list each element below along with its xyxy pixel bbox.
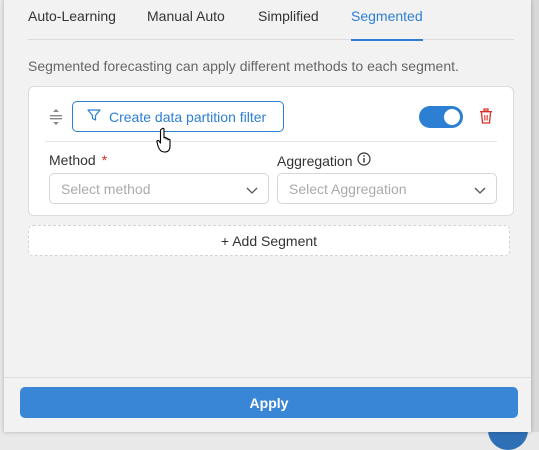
forecast-method-panel: Auto-Learning Manual Auto Simplified Seg… <box>4 0 531 432</box>
apply-button[interactable]: Apply <box>20 387 518 418</box>
tab-auto-learning[interactable]: Auto-Learning <box>28 8 116 40</box>
aggregation-select[interactable]: Select Aggregation <box>277 173 497 204</box>
tab-manual-auto[interactable]: Manual Auto <box>147 8 225 40</box>
trash-icon[interactable] <box>479 108 493 124</box>
segment-card: Create data partition filter Method * Se… <box>28 86 514 216</box>
method-select[interactable]: Select method <box>49 173 269 204</box>
card-divider <box>45 141 497 142</box>
filter-icon <box>87 108 109 125</box>
drag-handle-icon[interactable] <box>49 109 63 125</box>
tab-simplified[interactable]: Simplified <box>258 8 319 40</box>
method-placeholder: Select method <box>61 180 151 197</box>
background-app <box>531 0 539 432</box>
method-label: Method <box>49 152 96 168</box>
chevron-down-icon <box>246 183 258 199</box>
segment-enabled-toggle[interactable] <box>419 106 463 128</box>
segmented-description: Segmented forecasting can apply differen… <box>28 58 459 74</box>
method-tabs: Auto-Learning Manual Auto Simplified Seg… <box>28 0 514 41</box>
tab-segmented[interactable]: Segmented <box>351 8 423 41</box>
hand-cursor-icon <box>156 127 176 155</box>
aggregation-label: Aggregation <box>277 152 353 169</box>
aggregation-label-row: Aggregation <box>277 152 371 169</box>
required-mark: * <box>101 152 108 168</box>
add-segment-button[interactable]: + Add Segment <box>28 225 510 256</box>
toggle-knob <box>444 109 460 125</box>
method-label-row: Method * <box>49 152 107 168</box>
create-partition-filter-label: Create data partition filter <box>109 108 267 125</box>
chevron-down-icon <box>474 183 486 199</box>
info-icon[interactable] <box>356 152 371 169</box>
create-partition-filter-button[interactable]: Create data partition filter <box>72 101 284 132</box>
aggregation-placeholder: Select Aggregation <box>289 180 407 197</box>
